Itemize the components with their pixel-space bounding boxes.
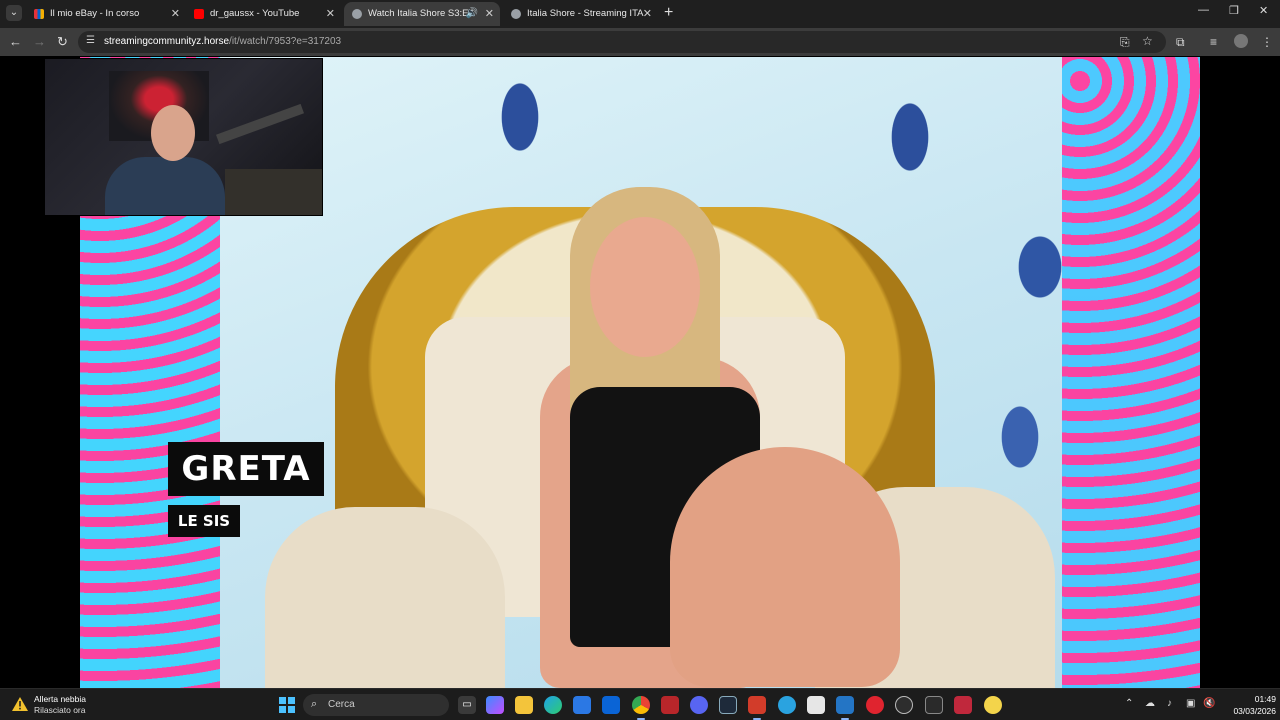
site-info-icon[interactable]: ☰	[86, 35, 95, 46]
url-path: /it/watch/7953?e=317203	[229, 36, 342, 47]
chevron-up-icon[interactable]: ⌃	[1125, 698, 1133, 709]
app-l-icon[interactable]	[719, 696, 737, 714]
install-app-icon[interactable]: ⎘	[1120, 35, 1130, 49]
tab-italia-shore-streaming[interactable]: Italia Shore - Streaming ITA ✕	[503, 2, 658, 26]
profile-avatar[interactable]	[1234, 34, 1248, 48]
microphone-icon[interactable]: ♪	[1167, 698, 1172, 709]
copilot-icon[interactable]	[486, 696, 504, 714]
warning-icon[interactable]	[12, 697, 28, 711]
file-explorer-icon[interactable]	[515, 696, 533, 714]
ebay-favicon-icon	[34, 9, 44, 19]
reload-button[interactable]: ↻	[57, 33, 68, 51]
edge-icon[interactable]	[544, 696, 562, 714]
vscode-icon[interactable]	[836, 696, 854, 720]
page-content: GRETA LE SIS	[0, 56, 1280, 688]
tab-ebay[interactable]: Il mio eBay - In corso ✕	[26, 2, 186, 26]
tab-title: Italia Shore - Streaming ITA	[527, 8, 644, 19]
minimize-button[interactable]: —	[1198, 4, 1209, 16]
search-icon: ⌕	[311, 698, 318, 710]
restore-button[interactable]: ❐	[1229, 4, 1239, 17]
app-yellow-icon[interactable]	[984, 696, 1002, 714]
clock-date[interactable]: 03/03/2026	[1222, 706, 1276, 716]
close-icon[interactable]: ✕	[171, 2, 180, 26]
globe-favicon-icon	[511, 9, 521, 19]
chrome-icon[interactable]	[632, 696, 650, 720]
tab-youtube[interactable]: dr_gaussx - YouTube ✕	[186, 2, 341, 26]
globe-favicon-icon	[352, 9, 362, 19]
terminal-icon[interactable]	[925, 696, 943, 714]
menu-kebab-icon[interactable]: ⋮	[1261, 35, 1273, 49]
store-icon[interactable]	[573, 696, 591, 714]
new-tab-button[interactable]: +	[664, 4, 673, 22]
tab-strip: ⌄ Il mio eBay - In corso ✕ dr_gaussx - Y…	[0, 0, 1280, 28]
close-icon[interactable]: ✕	[326, 2, 335, 26]
calculator-icon[interactable]	[807, 696, 825, 714]
obs-app-icon[interactable]	[748, 696, 766, 720]
bookmark-star-icon[interactable]: ☆	[1142, 34, 1153, 48]
caption-tag: LE SIS	[168, 505, 240, 537]
tab-watch-italia-shore[interactable]: Watch Italia Shore S3:E4 🔊 ✕	[344, 2, 500, 26]
webcam-overlay	[44, 58, 323, 216]
search-placeholder: Cerca	[328, 699, 355, 710]
start-button[interactable]	[279, 697, 295, 713]
url-text[interactable]: streamingcommunityz.horse/it/watch/7953?…	[104, 36, 341, 47]
weather-alert-title[interactable]: Allerta nebbia	[34, 694, 86, 704]
opera-icon[interactable]	[866, 696, 884, 714]
youtube-favicon-icon	[194, 9, 204, 19]
task-view-icon[interactable]: ▭	[458, 696, 476, 714]
forward-button[interactable]: →	[33, 33, 46, 51]
clock-time[interactable]: 01:49	[1236, 694, 1276, 704]
close-icon[interactable]: ✕	[643, 2, 652, 26]
tab-title: Il mio eBay - In corso	[50, 8, 140, 19]
browser-toolbar: ← → ↻ ☰ streamingcommunityz.horse/it/wat…	[0, 28, 1280, 56]
cloud-icon[interactable]: ☁	[1145, 698, 1155, 709]
back-button[interactable]: ←	[9, 33, 22, 51]
ccleaner-icon[interactable]	[895, 696, 913, 714]
app-red-icon[interactable]	[954, 696, 972, 714]
video-person	[490, 187, 900, 688]
telegram-icon[interactable]	[778, 696, 796, 714]
media-controls-icon[interactable]: ≡	[1210, 35, 1217, 49]
filezilla-icon[interactable]	[661, 696, 679, 714]
tab-title: Watch Italia Shore S3:E4	[368, 8, 474, 19]
close-window-button[interactable]: ✕	[1259, 4, 1268, 17]
url-domain: streamingcommunityz.horse	[104, 36, 230, 47]
tab-search-button[interactable]: ⌄	[6, 5, 22, 21]
volume-muted-icon[interactable]: 🔇	[1203, 698, 1215, 709]
outlook-icon[interactable]	[602, 696, 620, 714]
monitor-icon[interactable]: ▣	[1186, 698, 1195, 709]
discord-icon[interactable]	[690, 696, 708, 714]
extensions-icon[interactable]: ⧉	[1176, 35, 1185, 49]
close-icon[interactable]: ✕	[485, 2, 494, 26]
taskbar-search[interactable]: ⌕ Cerca	[303, 694, 449, 716]
address-bar[interactable]: ☰ streamingcommunityz.horse/it/watch/795…	[78, 31, 1166, 53]
caption-name: GRETA	[168, 442, 324, 496]
weather-alert-subtitle[interactable]: Rilasciato ora	[34, 705, 86, 715]
speaker-icon[interactable]: 🔊	[466, 2, 478, 26]
windows-taskbar: Allerta nebbia Rilasciato ora ⌕ Cerca ▭ …	[0, 688, 1280, 720]
video-right-pink-panel	[1062, 57, 1200, 688]
tab-title: dr_gaussx - YouTube	[210, 8, 300, 19]
